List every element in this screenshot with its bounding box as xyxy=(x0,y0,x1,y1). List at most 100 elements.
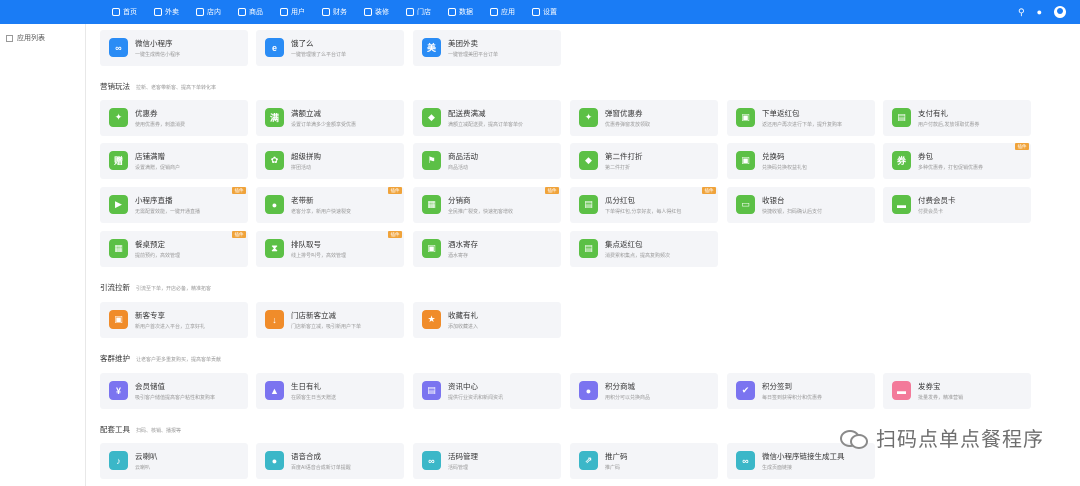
app-card-redeem-code[interactable]: ▣ 兑换码 兑换码兑换权益礼包 xyxy=(727,143,875,179)
sidebar-item-app-list[interactable]: 应用列表 xyxy=(6,33,45,43)
card-title: 付费会员卡 xyxy=(918,196,956,205)
app-card-live[interactable]: ▶ 小程序直播 无需配置效能，一键开通直播 插件 xyxy=(100,187,248,223)
app-card-group-buy[interactable]: ✿ 超级拼购 拼团活动 xyxy=(256,143,404,179)
card-desc: 拼团活动 xyxy=(291,165,312,171)
app-card-member-card[interactable]: ▬ 付费会员卡 付费会员卡 xyxy=(883,187,1031,223)
app-card-queue[interactable]: ⧗ 排队取号 线上排号叫号，高效管理 插件 xyxy=(256,231,404,267)
app-card-cashier[interactable]: ▭ 收银台快捷收银，扫码确认后支付 xyxy=(727,187,875,223)
card-desc: 快捷收银，扫码确认后支付 xyxy=(762,209,823,215)
watermark-text: 扫码点单点餐程序 xyxy=(876,429,1044,451)
card-desc: 批量发券，精准营销 xyxy=(918,395,964,401)
app-card-second-discount[interactable]: ◆ 第二件打折 第二件打折 xyxy=(570,143,718,179)
card-title: 瓜分红包 xyxy=(605,196,635,205)
microphone-icon: ● xyxy=(265,451,284,470)
search-icon[interactable]: ⚲ xyxy=(1018,7,1025,18)
app-card-live-code[interactable]: ∞ 活码管理 活码管理 xyxy=(413,443,561,479)
app-card-store-new-discount[interactable]: ↓ 门店新客立减 门店新客立减，吸引新用户下单 xyxy=(256,302,404,338)
app-card-new-customer[interactable]: ▣ 新客专享 新用户首次进入平台，立享好礼 xyxy=(100,302,248,338)
app-card-table-booking[interactable]: ▦ 餐桌预定 提前预约，高效管理 插件 xyxy=(100,231,248,267)
card-title: 门店新客立减 xyxy=(291,311,336,320)
ticket-icon: ✦ xyxy=(579,108,598,127)
card-title: 收藏有礼 xyxy=(448,311,478,320)
card-title: 生日有礼 xyxy=(291,382,321,391)
label-icon: ◆ xyxy=(579,151,598,170)
monitor-icon: ▭ xyxy=(736,195,755,214)
app-card-stamp-redpacket[interactable]: ▤ 集点返红包 消费累积集点，提高复购频次 xyxy=(570,231,718,267)
card-desc: 提前预约，高效管理 xyxy=(135,253,181,259)
card-desc: 设置满赠，促销商户 xyxy=(135,165,181,171)
app-card-coupon[interactable]: ✦ 优惠券 使用优惠券，刺激消费 xyxy=(100,100,248,136)
app-card-promo-code[interactable]: ⇗ 推广码 推广码 xyxy=(570,443,718,479)
money-bag-icon: ¥ xyxy=(109,381,128,400)
sidebar: 应用列表 xyxy=(0,24,86,486)
app-card-wechat-miniprogram[interactable]: ∞ 微信小程序 一键生成微信小程序 xyxy=(100,30,248,66)
nav-instore[interactable]: 店内 xyxy=(196,7,221,17)
app-card-full-reduction[interactable]: 满满额立减 设置订单满多少金额享受优惠 xyxy=(256,100,404,136)
card-desc: 添加收藏进入 xyxy=(448,324,479,330)
app-card-member-deposit[interactable]: ¥ 会员储值 吸引客户储值提高客户粘性和复购率 xyxy=(100,373,248,409)
top-right-tools: ⚲ ● xyxy=(1006,0,1066,24)
app-card-eleme[interactable]: e 饿了么 一键管理饿了么平台订单 xyxy=(256,30,404,66)
goods-icon xyxy=(238,8,246,16)
app-card-store-gift[interactable]: 赠店铺满赠 设置满赠，促销商户 xyxy=(100,143,248,179)
nav-users[interactable]: 用户 xyxy=(280,7,305,17)
nav-home[interactable]: 首页 xyxy=(112,7,137,17)
card-title: 活码管理 xyxy=(448,452,478,461)
plugin-badge: 插件 xyxy=(545,187,559,194)
app-card-referral[interactable]: ● 老带新 老客分享，新用户快速裂变 插件 xyxy=(256,187,404,223)
app-card-coupon-sender[interactable]: ▬ 发券宝 批量发券，精准营销 xyxy=(883,373,1031,409)
wechat-icon xyxy=(838,428,868,449)
app-card-delivery-discount[interactable]: ◆ 配送费满减 满额立减配送费，提高订单客单价 xyxy=(413,100,561,136)
app-card-pay-gift[interactable]: ▤ 支付有礼 用户付款后,发放领取优惠券 xyxy=(883,100,1031,136)
app-card-favorite-gift[interactable]: ★ 收藏有礼添加收藏进入 xyxy=(413,302,561,338)
bell-icon[interactable]: ● xyxy=(1037,7,1042,17)
card-title: 新客专享 xyxy=(135,311,165,320)
section-title: 配套工具 xyxy=(100,425,130,434)
section-tools: 配套工具 扫码、核销、播报等 xyxy=(100,424,181,435)
watermark: 扫码点单点餐程序 xyxy=(838,423,1044,452)
card-desc: 设置订单满多少金额享受优惠 xyxy=(291,122,357,128)
card-desc: 新用户首次进入平台，立享好礼 xyxy=(135,324,206,330)
avatar[interactable] xyxy=(1054,6,1066,18)
card-title: 超级拼购 xyxy=(291,152,321,161)
app-card-points-checkin[interactable]: ✔ 积分签到 每日签到获得积分和优惠券 xyxy=(727,373,875,409)
nav-apps[interactable]: 应用 xyxy=(490,7,515,17)
data-icon xyxy=(448,8,456,16)
app-card-distributor[interactable]: ▦ 分销商 全民推广裂变，快速拓客增收 插件 xyxy=(413,187,561,223)
card-title: 微信小程序 xyxy=(135,39,173,48)
card-title: 满额立减 xyxy=(291,109,321,118)
app-card-points-mall[interactable]: ● 积分商城 用积分可以兑换商品 xyxy=(570,373,718,409)
app-card-cloud-speaker[interactable]: ♪ 云喇叭 云喇叭 xyxy=(100,443,248,479)
nav-settings[interactable]: 设置 xyxy=(532,7,557,17)
app-card-wine-storage[interactable]: ▣ 酒水寄存 酒水寄存 xyxy=(413,231,561,267)
card-desc: 提供行业资讯和新闻资讯 xyxy=(448,395,504,401)
card-title: 支付有礼 xyxy=(918,109,948,118)
meituan-icon: 美 xyxy=(422,38,441,57)
card-desc: 第二件打折 xyxy=(605,165,631,171)
star-icon: ★ xyxy=(422,310,441,329)
nav-goods[interactable]: 商品 xyxy=(238,7,263,17)
eleme-icon: e xyxy=(265,38,284,57)
app-card-meituan[interactable]: 美 美团外卖 一键管理美团平台订单 xyxy=(413,30,561,66)
card-title: 语音合成 xyxy=(291,452,321,461)
nav-takeout[interactable]: 外卖 xyxy=(154,7,179,17)
app-card-coupon-pack[interactable]: 券券包 多种优惠券，打包促销优惠券 插件 xyxy=(883,143,1031,179)
app-card-speech-synthesis[interactable]: ● 语音合成 百度AI语音合成新订单提醒 xyxy=(256,443,404,479)
app-card-news-center[interactable]: ▤ 资讯中心 提供行业资讯和新闻资讯 xyxy=(413,373,561,409)
section-desc: 引流至下单，开店必备，精准拓客 xyxy=(136,286,212,292)
app-card-order-redpacket[interactable]: ▣ 下单返红包 返还用户再次进行下单，提升复购率 xyxy=(727,100,875,136)
nav-finance[interactable]: 财务 xyxy=(322,7,347,17)
grid-icon xyxy=(6,34,13,42)
card-title: 餐桌预定 xyxy=(135,240,165,249)
section-desc: 拉新、老客带新客、提高下单转化率 xyxy=(136,85,217,91)
app-card-birthday-gift[interactable]: ▲ 生日有礼 在顾客生日当天赠送 xyxy=(256,373,404,409)
card-title: 收银台 xyxy=(762,196,785,205)
app-card-popup-coupon[interactable]: ✦ 弹窗优惠券 优惠券弹窗发放领取 xyxy=(570,100,718,136)
card-title: 下单返红包 xyxy=(762,109,800,118)
nav-data[interactable]: 数据 xyxy=(448,7,473,17)
nav-decor[interactable]: 装修 xyxy=(364,7,389,17)
nav-shops[interactable]: 门店 xyxy=(406,7,431,17)
app-card-split-redpacket[interactable]: ▤ 瓜分红包 下单得红包,分享好友，每人得红包 插件 xyxy=(570,187,718,223)
app-card-product-activity[interactable]: ⚑ 商品活动 商品活动 xyxy=(413,143,561,179)
card-title: 分销商 xyxy=(448,196,471,205)
